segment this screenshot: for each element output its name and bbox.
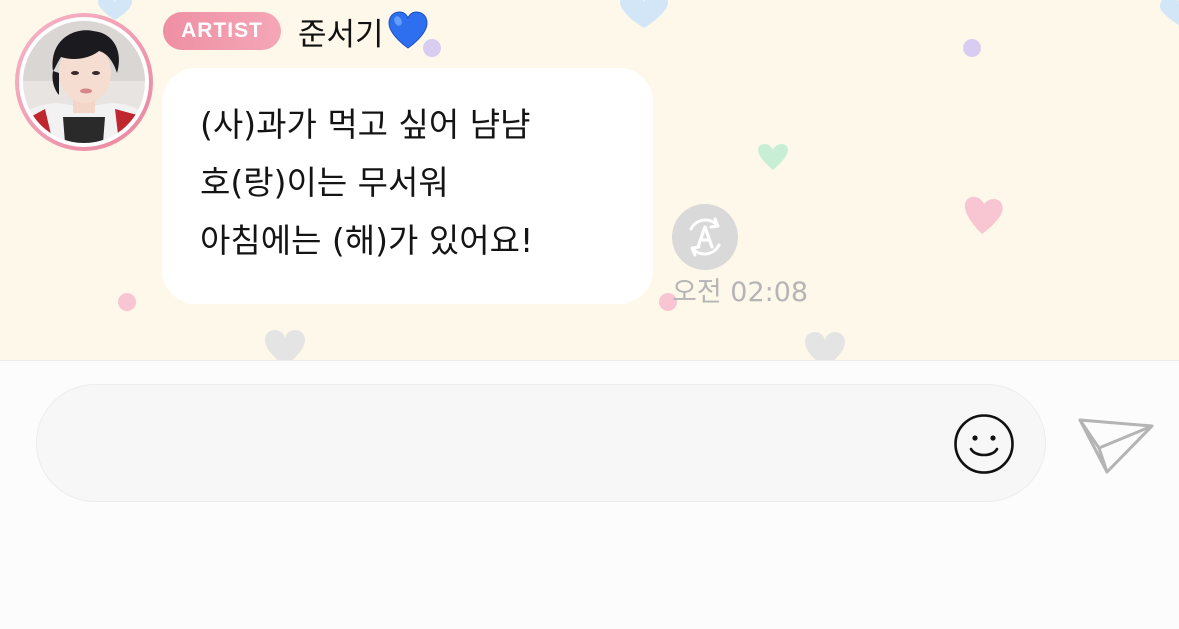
paper-plane-icon[interactable] — [1077, 412, 1155, 476]
heart-decoration — [1160, 0, 1179, 26]
message-input-field[interactable] — [36, 384, 1046, 503]
message-line: 호(랑)이는 무서워 — [200, 163, 449, 202]
message-line: (사)과가 먹고 싶어 냠냠 — [200, 105, 531, 144]
chat-screen: ARTIST 준서기 (사)과가 먹고 싶어 냠냠 호(랑)이는 무서워 아침에… — [0, 0, 1179, 629]
smiley-icon[interactable] — [953, 413, 1015, 475]
heart-decoration — [265, 330, 305, 360]
dot-decoration — [118, 293, 136, 311]
message-timestamp: 오전 02:08 — [672, 277, 809, 308]
sender-name[interactable]: 준서기 — [298, 9, 430, 53]
avatar-photo — [23, 21, 145, 143]
dot-decoration — [963, 39, 981, 57]
message-bubble[interactable]: (사)과가 먹고 싶어 냠냠 호(랑)이는 무서워 아침에는 (해)가 있어요! — [162, 68, 653, 304]
message-input[interactable] — [77, 385, 941, 503]
blue-heart-icon — [388, 11, 428, 49]
heart-decoration — [758, 144, 788, 170]
sender-name-text: 준서기 — [298, 16, 384, 53]
artist-avatar[interactable] — [15, 13, 153, 151]
artist-badge: ARTIST — [163, 12, 281, 50]
composer-divider — [0, 360, 1179, 361]
chat-message-area[interactable]: ARTIST 준서기 (사)과가 먹고 싶어 냠냠 호(랑)이는 무서워 아침에… — [0, 0, 1179, 360]
heart-decoration — [964, 196, 1003, 234]
heart-decoration — [805, 332, 845, 360]
translate-a-icon[interactable] — [671, 203, 739, 271]
avatar-portrait-image — [23, 21, 145, 143]
heart-decoration — [620, 0, 668, 28]
message-line: 아침에는 (해)가 있어요! — [200, 221, 534, 260]
